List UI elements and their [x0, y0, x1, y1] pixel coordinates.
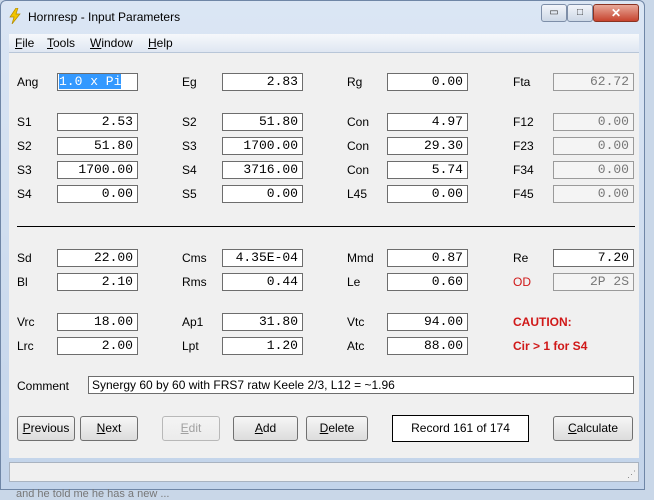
bl-field[interactable]: 2.10 — [57, 273, 138, 291]
background-text: and he told me he has a new ... — [16, 488, 170, 500]
vrc-label: Vrc — [17, 315, 35, 329]
eg-label: Eg — [182, 75, 197, 89]
f34-label: F34 — [513, 163, 534, 177]
s1-field[interactable]: 2.53 — [57, 113, 138, 131]
comment-label: Comment — [17, 379, 70, 393]
calculate-button[interactable]: Calculate — [553, 416, 633, 441]
ap1-field[interactable]: 31.80 — [222, 313, 303, 331]
fta-label: Fta — [513, 75, 531, 89]
section-divider — [17, 226, 635, 227]
s5-label: S5 — [182, 187, 197, 201]
l45-label: L45 — [347, 187, 368, 201]
lpt-label: Lpt — [182, 339, 199, 353]
lpt-field[interactable]: 1.20 — [222, 337, 303, 355]
previous-button[interactable]: Previous — [17, 416, 75, 441]
rg-field[interactable]: 0.00 — [387, 73, 468, 91]
f12-label: F12 — [513, 115, 534, 129]
s2-label: S2 — [182, 115, 197, 129]
s2-field[interactable]: 51.80 — [222, 113, 303, 131]
atc-label: Atc — [347, 339, 365, 353]
con2-label: Con — [347, 139, 370, 153]
f45-label: F45 — [513, 187, 534, 201]
s4-label: S4 — [182, 163, 197, 177]
sd-field[interactable]: 22.00 — [57, 249, 138, 267]
record-counter: Record 161 of 174 — [392, 415, 529, 442]
ap1-label: Ap1 — [182, 315, 204, 329]
caution-message: Cir > 1 for S4 — [513, 339, 588, 353]
vtc-label: Vtc — [347, 315, 365, 329]
s5-field[interactable]: 0.00 — [222, 185, 303, 203]
con1-label: Con — [347, 115, 370, 129]
rg-label: Rg — [347, 75, 363, 89]
sd-label: Sd — [17, 251, 32, 265]
eg-field[interactable]: 2.83 — [222, 73, 303, 91]
rms-field[interactable]: 0.44 — [222, 273, 303, 291]
vtc-field[interactable]: 94.00 — [387, 313, 468, 331]
s3-label: S3 — [182, 139, 197, 153]
menu-help[interactable]: Help — [148, 36, 173, 50]
input-parameters-panel: Ang 1.0 x Pi Eg 2.83 Rg 0.00 Fta 62.72 S… — [9, 53, 639, 458]
lrc-label: Lrc — [17, 339, 34, 353]
f12-field: 0.00 — [553, 113, 634, 131]
status-bar: ⋰ — [9, 462, 639, 482]
od-field: 2P 2S — [553, 273, 634, 291]
s3-field[interactable]: 1700.00 — [222, 137, 303, 155]
con3-field[interactable]: 5.74 — [387, 161, 468, 179]
ang-label: Ang — [17, 75, 39, 89]
l45-field[interactable]: 0.00 — [387, 185, 468, 203]
hornresp-window: Hornresp - Input Parameters ▭ □ ✕ File T… — [0, 0, 645, 490]
title-bar[interactable]: Hornresp - Input Parameters ▭ □ ✕ — [1, 1, 644, 31]
le-label: Le — [347, 275, 361, 289]
lightning-icon — [9, 8, 21, 24]
cms-label: Cms — [182, 251, 207, 265]
next-button[interactable]: Next — [80, 416, 138, 441]
s2b-field[interactable]: 51.80 — [57, 137, 138, 155]
s3b-label: S3 — [17, 163, 32, 177]
f23-field: 0.00 — [553, 137, 634, 155]
s3b-field[interactable]: 1700.00 — [57, 161, 138, 179]
menu-file[interactable]: File — [15, 36, 34, 50]
con2-field[interactable]: 29.30 — [387, 137, 468, 155]
fta-field: 62.72 — [553, 73, 634, 91]
vrc-field[interactable]: 18.00 — [57, 313, 138, 331]
window-title: Hornresp - Input Parameters — [28, 10, 181, 24]
resize-grip-icon[interactable]: ⋰ — [627, 469, 636, 480]
minimize-button[interactable]: ▭ — [541, 4, 567, 22]
atc-field[interactable]: 88.00 — [387, 337, 468, 355]
menu-bar: File Tools Window Help — [9, 34, 639, 53]
f34-field: 0.00 — [553, 161, 634, 179]
edit-button[interactable]: Edit — [162, 416, 220, 441]
cms-field[interactable]: 4.35E-04 — [222, 249, 303, 267]
re-label: Re — [513, 251, 529, 265]
con1-field[interactable]: 4.97 — [387, 113, 468, 131]
maximize-button[interactable]: □ — [567, 4, 593, 22]
s2b-label: S2 — [17, 139, 32, 153]
ang-field[interactable]: 1.0 x Pi — [57, 73, 138, 91]
mmd-field[interactable]: 0.87 — [387, 249, 468, 267]
lrc-field[interactable]: 2.00 — [57, 337, 138, 355]
con3-label: Con — [347, 163, 370, 177]
rms-label: Rms — [182, 275, 207, 289]
s4b-label: S4 — [17, 187, 32, 201]
caution-label: CAUTION: — [513, 315, 572, 329]
menu-window[interactable]: Window — [90, 36, 133, 50]
s4-field[interactable]: 3716.00 — [222, 161, 303, 179]
s1-label: S1 — [17, 115, 32, 129]
close-button[interactable]: ✕ — [593, 4, 639, 22]
comment-field[interactable]: Synergy 60 by 60 with FRS7 ratw Keele 2/… — [88, 376, 634, 394]
f45-field: 0.00 — [553, 185, 634, 203]
f23-label: F23 — [513, 139, 534, 153]
bl-label: Bl — [17, 275, 28, 289]
delete-button[interactable]: Delete — [306, 416, 368, 441]
add-button[interactable]: Add — [233, 416, 298, 441]
od-label: OD — [513, 275, 531, 289]
mmd-label: Mmd — [347, 251, 374, 265]
s4b-field[interactable]: 0.00 — [57, 185, 138, 203]
le-field[interactable]: 0.60 — [387, 273, 468, 291]
re-field[interactable]: 7.20 — [553, 249, 634, 267]
menu-tools[interactable]: Tools — [47, 36, 75, 50]
